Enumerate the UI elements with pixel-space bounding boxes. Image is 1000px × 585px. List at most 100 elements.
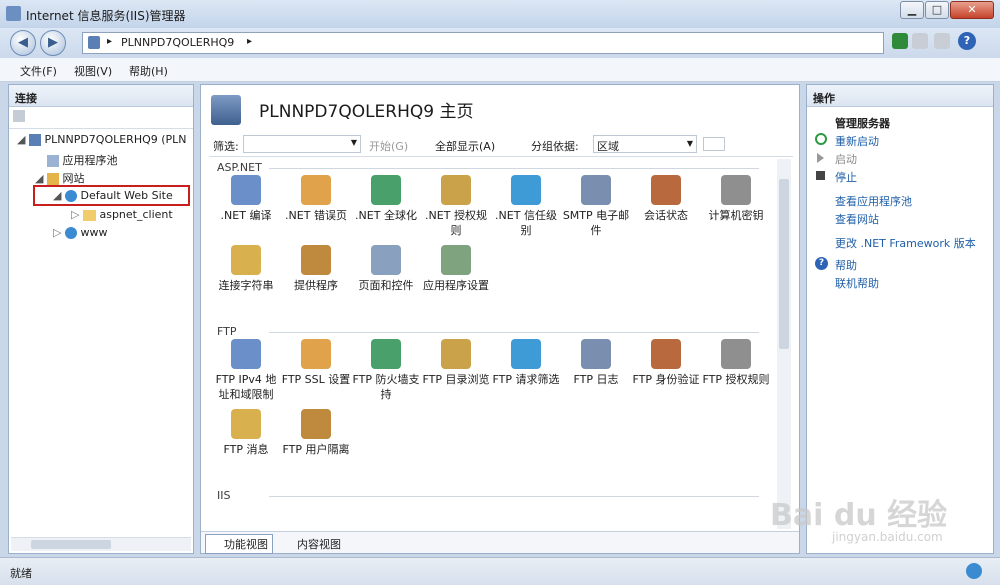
group-header[interactable]: ASP.NET: [217, 161, 262, 174]
feature-item[interactable]: FTP 请求筛选: [491, 339, 561, 387]
start-button[interactable]: 开始(G): [369, 138, 408, 154]
feature-label: SMTP 电子邮件: [562, 209, 630, 237]
tree-node-aspnet-client[interactable]: ▷ aspnet_client: [71, 208, 173, 221]
home-icon[interactable]: [934, 33, 950, 49]
menu-view[interactable]: 视图(V): [74, 63, 112, 79]
feature-item[interactable]: FTP 消息: [211, 409, 281, 457]
change-net-version-action[interactable]: 更改 .NET Framework 版本: [835, 235, 976, 251]
stop-action[interactable]: 停止: [835, 169, 857, 185]
view-sites-action[interactable]: 查看网站: [835, 211, 879, 227]
feature-icon: [651, 339, 681, 369]
feature-icon: [231, 245, 261, 275]
vertical-scrollbar[interactable]: [777, 159, 791, 529]
feature-item[interactable]: .NET 编译: [211, 175, 281, 223]
tab-content-view[interactable]: 内容视图: [279, 535, 345, 553]
feature-item[interactable]: 连接字符串: [211, 245, 281, 293]
feature-item[interactable]: 计算机密钥: [701, 175, 771, 223]
scrollbar-thumb[interactable]: [779, 179, 789, 349]
feature-label: FTP 日志: [573, 373, 619, 386]
feature-icon: [371, 339, 401, 369]
restart-action[interactable]: 重新启动: [835, 133, 879, 149]
feature-icon: [301, 245, 331, 275]
feature-item[interactable]: FTP 授权规则: [701, 339, 771, 387]
feature-item[interactable]: FTP 防火墙支持: [351, 339, 421, 402]
refresh-icon[interactable]: [892, 33, 908, 49]
globe-icon: [64, 227, 77, 239]
feature-item[interactable]: 页面和控件: [351, 245, 421, 293]
tree-node-sites[interactable]: ◢ 网站: [35, 170, 84, 186]
help-action[interactable]: 帮助: [835, 257, 857, 273]
show-all-button[interactable]: 全部显示(A): [435, 138, 495, 154]
feature-label: FTP IPv4 地址和域限制: [215, 373, 277, 401]
feature-icon: [231, 409, 261, 439]
close-button[interactable]: ✕: [950, 1, 994, 19]
feature-item[interactable]: .NET 授权规则: [421, 175, 491, 238]
feature-icon: [231, 339, 261, 369]
feature-label: .NET 全球化: [355, 209, 417, 222]
watermark-logo: Bai du 经验: [770, 498, 948, 533]
connections-toolbar: [9, 107, 193, 129]
filter-input[interactable]: ▼: [243, 135, 361, 153]
maximize-button[interactable]: □: [925, 1, 949, 19]
tree-node-default-web-site[interactable]: ◢ Default Web Site: [53, 189, 173, 202]
stop-icon[interactable]: [912, 33, 928, 49]
feature-item[interactable]: .NET 全球化: [351, 175, 421, 223]
minimize-button[interactable]: ▁: [900, 1, 924, 19]
menu-file[interactable]: 文件(F): [20, 63, 57, 79]
feature-item[interactable]: 会话状态: [631, 175, 701, 223]
group-by-select[interactable]: 区域 ▼: [593, 135, 697, 153]
view-mode-icon[interactable]: [703, 137, 725, 151]
feature-label: 会话状态: [644, 209, 688, 222]
forward-button[interactable]: ▶: [40, 30, 66, 56]
menu-bar: 文件(F) 视图(V) 帮助(H): [0, 58, 1000, 82]
iis-app-icon: [6, 6, 21, 21]
tree-node-app-pools[interactable]: 应用程序池: [47, 152, 118, 168]
scrollbar-thumb[interactable]: [31, 540, 111, 549]
view-app-pools-action[interactable]: 查看应用程序池: [835, 193, 912, 209]
feature-item[interactable]: FTP 日志: [561, 339, 631, 387]
feature-icon: [721, 339, 751, 369]
server-icon: [28, 134, 41, 146]
tab-features-view[interactable]: 功能视图: [205, 534, 273, 554]
feature-item[interactable]: 提供程序: [281, 245, 351, 293]
view-tabs: 功能视图 内容视图: [201, 531, 799, 554]
address-bar[interactable]: ▸ PLNNPD7QOLERHQ9 ▸: [82, 32, 884, 54]
horizontal-scrollbar[interactable]: [11, 537, 191, 551]
feature-item[interactable]: .NET 信任级别: [491, 175, 561, 238]
network-icon: [966, 563, 982, 579]
status-bar: 就绪: [0, 557, 1000, 585]
online-help-action[interactable]: 联机帮助: [835, 275, 879, 291]
breadcrumb-server[interactable]: PLNNPD7QOLERHQ9: [121, 36, 234, 49]
menu-help[interactable]: 帮助(H): [129, 63, 168, 79]
watermark-url: jingyan.baidu.com: [832, 530, 943, 544]
start-icon: [817, 153, 824, 163]
actions-title: 操作: [807, 85, 993, 107]
group-header[interactable]: FTP: [217, 325, 237, 338]
feature-item[interactable]: .NET 错误页: [281, 175, 351, 223]
tree-node-server[interactable]: ◢ PLNNPD7QOLERHQ9 (PLN: [17, 133, 187, 146]
feature-label: FTP 身份验证: [632, 373, 700, 386]
breadcrumb-separator-end[interactable]: ▸: [247, 36, 252, 47]
back-button[interactable]: ◀: [10, 30, 36, 56]
feature-item[interactable]: FTP IPv4 地址和域限制: [211, 339, 281, 402]
feature-item[interactable]: FTP SSL 设置: [281, 339, 351, 387]
tree-label: Default Web Site: [80, 189, 173, 202]
feature-item[interactable]: FTP 用户隔离: [281, 409, 351, 457]
feature-label: 页面和控件: [358, 279, 414, 292]
feature-label: 计算机密钥: [708, 209, 764, 222]
feature-icon: [441, 245, 471, 275]
feature-item[interactable]: SMTP 电子邮件: [561, 175, 631, 238]
group-header[interactable]: IIS: [217, 489, 230, 502]
connect-icon[interactable]: [13, 110, 25, 122]
tree-node-www[interactable]: ▷ www: [53, 226, 107, 239]
feature-label: 提供程序: [294, 279, 338, 292]
help-icon[interactable]: ?: [958, 32, 976, 50]
feature-item[interactable]: FTP 身份验证: [631, 339, 701, 387]
start-action[interactable]: 启动: [835, 151, 857, 167]
feature-item[interactable]: FTP 目录浏览: [421, 339, 491, 387]
group-divider: [269, 496, 759, 497]
feature-label: FTP 目录浏览: [422, 373, 490, 386]
feature-icon: [371, 245, 401, 275]
server-icon: [88, 36, 100, 49]
feature-item[interactable]: 应用程序设置: [421, 245, 491, 293]
